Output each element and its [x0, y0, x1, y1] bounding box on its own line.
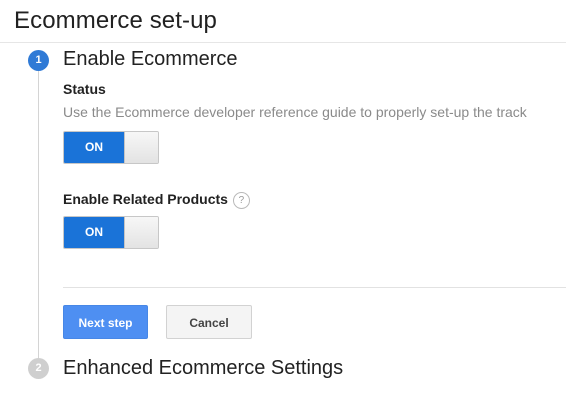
step-connector-line — [38, 62, 39, 362]
title-divider — [0, 42, 566, 43]
section-divider — [63, 287, 566, 288]
status-toggle-knob[interactable] — [124, 132, 158, 163]
status-help-text: Use the Ecommerce developer reference gu… — [63, 104, 527, 120]
step-2-indicator[interactable]: 2 — [28, 358, 49, 379]
related-products-label: Enable Related Products — [63, 191, 228, 207]
ecommerce-setup-page: Ecommerce set-up 1 Enable Ecommerce Stat… — [0, 0, 566, 408]
related-products-toggle[interactable]: ON — [63, 216, 159, 249]
step-2-title[interactable]: Enhanced Ecommerce Settings — [63, 357, 343, 380]
status-label: Status — [63, 81, 106, 97]
status-toggle[interactable]: ON — [63, 131, 159, 164]
page-title: Ecommerce set-up — [14, 7, 217, 34]
related-products-label-row: Enable Related Products? — [63, 191, 250, 209]
step-1-indicator: 1 — [28, 50, 49, 71]
related-products-toggle-on-label: ON — [64, 217, 124, 248]
step-1-title: Enable Ecommerce — [63, 48, 238, 70]
status-toggle-on-label: ON — [64, 132, 124, 163]
question-circle-icon[interactable]: ? — [232, 192, 250, 209]
next-step-button[interactable]: Next step — [63, 305, 148, 339]
related-products-toggle-knob[interactable] — [124, 217, 158, 248]
cancel-button[interactable]: Cancel — [166, 305, 252, 339]
